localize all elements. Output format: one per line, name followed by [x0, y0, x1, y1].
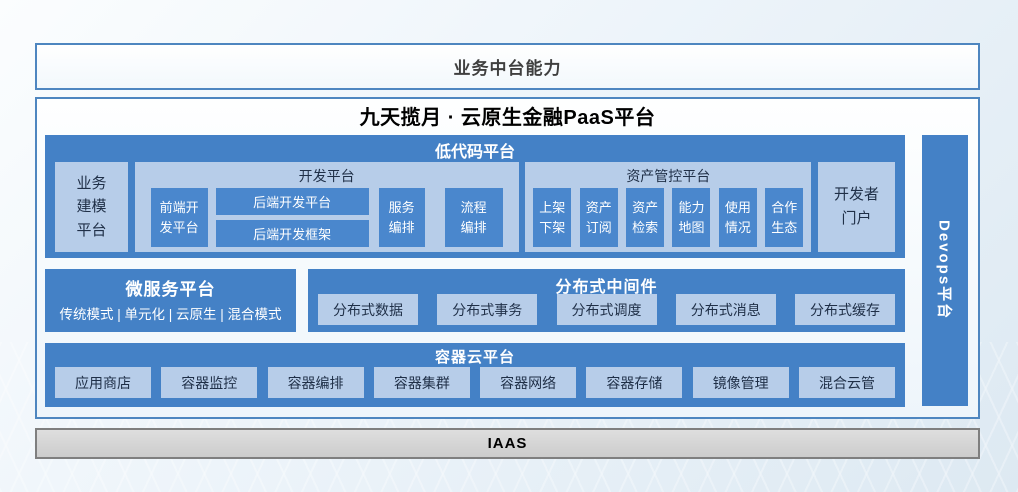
- distributed-message-box: 分布式消息: [676, 294, 776, 325]
- service-orchestration-box: 服务 编排: [379, 188, 425, 247]
- paas-platform-box: 九天揽月 · 云原生金融PaaS平台 低代码平台 业务 建模 平台 开发平台 前…: [35, 97, 980, 419]
- frontend-dev-platform-box: 前端开 发平台: [151, 188, 208, 247]
- capability-map-box: 能力 地图: [672, 188, 710, 247]
- container-storage-box: 容器存储: [586, 367, 682, 398]
- backend-dev-platform-box: 后端开发平台: [216, 188, 369, 215]
- business-midplatform-box: 业务中台能力: [35, 43, 980, 90]
- backend-dev-framework-box: 后端开发框架: [216, 220, 369, 247]
- dev-platform-row: 前端开 发平台 后端开发平台 后端开发框架 服务 编排 流程 编排: [135, 188, 519, 247]
- business-modeling-box: 业务 建模 平台: [55, 162, 128, 252]
- microservice-title: 微服务平台: [45, 269, 296, 300]
- microservice-modes: 传统模式 | 单元化 | 云原生 | 混合模式: [45, 303, 296, 323]
- asset-search-box: 资产 检索: [626, 188, 664, 247]
- dev-platform-title: 开发平台: [135, 162, 519, 186]
- asset-control-title: 资产管控平台: [525, 162, 811, 186]
- microservice-section: 微服务平台 传统模式 | 单元化 | 云原生 | 混合模式: [45, 269, 296, 332]
- distributed-middleware-section: 分布式中间件 分布式数据 分布式事务 分布式调度 分布式消息 分布式缓存: [308, 269, 905, 332]
- distributed-cache-box: 分布式缓存: [795, 294, 895, 325]
- asset-control-row: 上架 下架 资产 订阅 资产 检索 能力 地图 使用 情况 合作 生态: [533, 188, 803, 247]
- asset-control-panel: 资产管控平台 上架 下架 资产 订阅 资产 检索 能力 地图 使用 情况 合作 …: [525, 162, 811, 252]
- distributed-transaction-box: 分布式事务: [437, 294, 537, 325]
- distributed-middleware-row: 分布式数据 分布式事务 分布式调度 分布式消息 分布式缓存: [318, 294, 895, 325]
- developer-portal-box: 开发者 门户: [818, 162, 895, 252]
- distributed-data-box: 分布式数据: [318, 294, 418, 325]
- devops-section: Devops平台: [922, 135, 968, 406]
- iaas-label: IAAS: [488, 435, 528, 452]
- paas-platform-title: 九天揽月 · 云原生金融PaaS平台: [37, 101, 978, 130]
- low-code-section: 低代码平台 业务 建模 平台 开发平台 前端开 发平台 后端开发平台 后端开发框…: [45, 135, 905, 258]
- business-midplatform-label: 业务中台能力: [454, 54, 562, 79]
- distributed-scheduling-box: 分布式调度: [557, 294, 657, 325]
- dev-platform-panel: 开发平台 前端开 发平台 后端开发平台 后端开发框架 服务 编排 流程 编排: [135, 162, 519, 252]
- process-orchestration-box: 流程 编排: [445, 188, 503, 247]
- devops-label: Devops平台: [935, 220, 956, 320]
- container-cloud-row: 应用商店 容器监控 容器编排 容器集群 容器网络 容器存储 镜像管理 混合云管: [55, 367, 895, 398]
- container-orchestration-box: 容器编排: [268, 367, 364, 398]
- container-monitoring-box: 容器监控: [161, 367, 257, 398]
- distributed-middleware-title: 分布式中间件: [308, 269, 905, 297]
- architecture-diagram: 业务中台能力 九天揽月 · 云原生金融PaaS平台 低代码平台 业务 建模 平台…: [0, 0, 1018, 492]
- container-cluster-box: 容器集群: [374, 367, 470, 398]
- image-management-box: 镜像管理: [693, 367, 789, 398]
- backend-stack: 后端开发平台 后端开发框架: [216, 188, 369, 247]
- iaas-box: IAAS: [35, 428, 980, 459]
- hybrid-cloud-management-box: 混合云管: [799, 367, 895, 398]
- cooperation-ecosystem-box: 合作 生态: [765, 188, 803, 247]
- usage-status-box: 使用 情况: [719, 188, 757, 247]
- asset-onoff-shelf-box: 上架 下架: [533, 188, 571, 247]
- low-code-row: 业务 建模 平台 开发平台 前端开 发平台 后端开发平台 后端开发框架 服务 编…: [55, 162, 895, 252]
- asset-subscription-box: 资产 订阅: [580, 188, 618, 247]
- container-cloud-title: 容器云平台: [45, 343, 905, 367]
- container-network-box: 容器网络: [480, 367, 576, 398]
- container-cloud-section: 容器云平台 应用商店 容器监控 容器编排 容器集群 容器网络 容器存储 镜像管理…: [45, 343, 905, 407]
- app-store-box: 应用商店: [55, 367, 151, 398]
- low-code-title: 低代码平台: [45, 135, 905, 162]
